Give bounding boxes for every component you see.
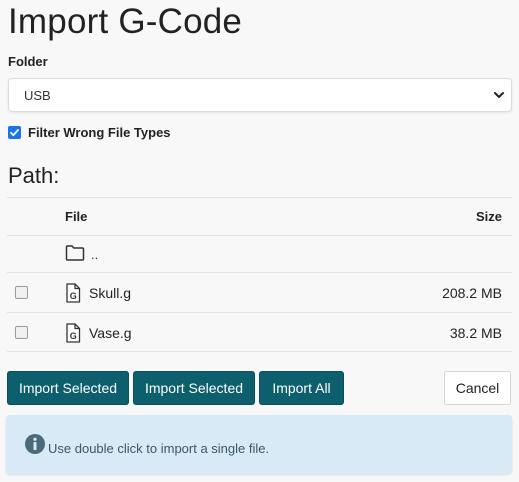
folder-select-value: USB — [24, 88, 51, 103]
file-icon-letter: G — [70, 331, 77, 341]
import-gcode-dialog: Import G-Code Folder USB Filter Wrong Fi… — [0, 0, 519, 482]
table-row[interactable]: G Skull.g 208.2 MB — [7, 272, 512, 312]
info-alert: Use double click to import a single file… — [6, 415, 512, 474]
file-icon-letter: G — [70, 291, 77, 301]
table-header-row: File Size — [7, 197, 512, 235]
file-name: Vase.g — [89, 325, 132, 341]
folder-icon — [65, 245, 85, 261]
parent-folder-row[interactable]: .. — [7, 235, 512, 272]
column-header-size: Size — [475, 209, 502, 224]
file-size: 208.2 MB — [442, 285, 502, 301]
import-selected-button-2[interactable]: Import Selected — [133, 371, 255, 405]
cancel-button[interactable]: Cancel — [444, 371, 511, 405]
column-header-file: File — [65, 209, 88, 224]
info-text: Use double click to import a single file… — [48, 441, 270, 456]
path-heading: Path: — [8, 163, 60, 188]
table-row[interactable]: G Vase.g 38.2 MB — [7, 312, 512, 352]
folder-select[interactable]: USB — [8, 78, 512, 112]
import-all-button[interactable]: Import All — [259, 371, 344, 405]
filter-label: Filter Wrong File Types — [28, 124, 171, 140]
info-circle-icon — [25, 434, 45, 454]
filter-checkbox[interactable] — [8, 125, 21, 139]
file-table: File Size .. G Skull.g 208.2 MB G Vase.g… — [7, 197, 512, 352]
row-checkbox[interactable] — [15, 286, 28, 299]
parent-folder-label: .. — [91, 247, 99, 262]
checkmark-icon — [10, 128, 19, 136]
row-checkbox[interactable] — [15, 326, 28, 339]
page-title: Import G-Code — [8, 2, 243, 41]
chevron-down-icon — [494, 92, 504, 98]
gcode-file-icon: G — [66, 323, 81, 343]
filter-wrong-file-types[interactable]: Filter Wrong File Types — [8, 124, 171, 140]
file-name: Skull.g — [89, 285, 132, 301]
folder-label: Folder — [8, 54, 48, 69]
file-size: 38.2 MB — [449, 325, 502, 341]
gcode-file-icon: G — [66, 283, 81, 303]
import-selected-button[interactable]: Import Selected — [7, 371, 129, 405]
